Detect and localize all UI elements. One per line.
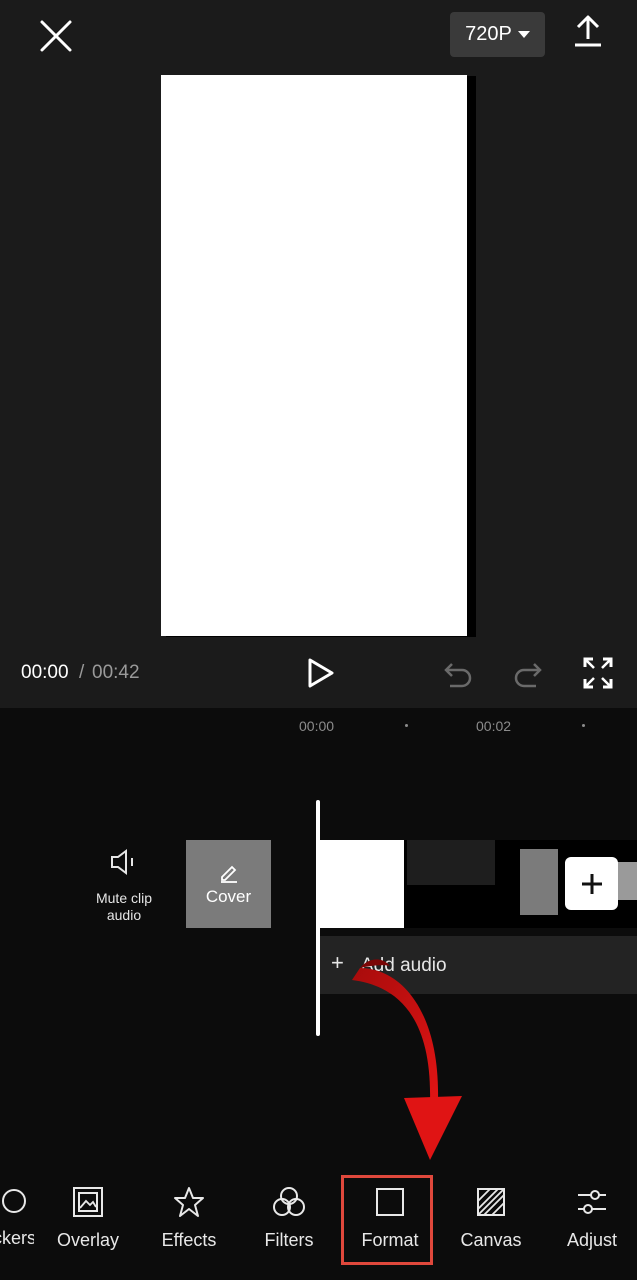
redo-icon bbox=[514, 663, 542, 688]
upload-icon bbox=[575, 15, 601, 47]
video-clip[interactable] bbox=[617, 862, 637, 900]
tool-label: Overlay bbox=[56, 1230, 119, 1250]
fullscreen-icon bbox=[583, 657, 613, 689]
plus-icon bbox=[581, 873, 602, 894]
overlay-icon bbox=[73, 1187, 103, 1217]
current-time: 00:00 bbox=[21, 662, 69, 683]
time-separator: / bbox=[79, 662, 85, 683]
tool-stickers[interactable]: Stickers bbox=[0, 1178, 34, 1270]
cover-label: Cover bbox=[205, 887, 252, 906]
add-clip-button[interactable] bbox=[565, 857, 618, 910]
tool-label: Filters bbox=[264, 1230, 314, 1250]
playhead[interactable] bbox=[316, 800, 320, 1036]
resolution-dropdown[interactable]: 720P bbox=[450, 12, 545, 57]
adjust-sliders-icon bbox=[578, 1190, 606, 1214]
tool-label: Effects bbox=[161, 1230, 217, 1250]
undo-icon bbox=[444, 663, 472, 688]
undo-button[interactable] bbox=[442, 658, 474, 690]
resolution-label: 720P bbox=[465, 23, 512, 45]
tool-label: Adjust bbox=[566, 1230, 618, 1250]
tool-filters[interactable]: Filters bbox=[249, 1178, 329, 1270]
canvas-hatch-icon bbox=[477, 1188, 505, 1216]
video-canvas[interactable] bbox=[161, 75, 467, 636]
video-clip[interactable] bbox=[407, 840, 495, 885]
close-button[interactable] bbox=[36, 16, 76, 56]
mute-clip-audio-label: Mute clip audio bbox=[95, 890, 153, 923]
redo-button[interactable] bbox=[512, 658, 544, 690]
pencil-icon bbox=[220, 865, 237, 883]
cover-button[interactable]: Cover bbox=[186, 840, 271, 928]
filters-icon bbox=[273, 1187, 305, 1216]
tick-dot bbox=[582, 724, 585, 727]
video-clip[interactable] bbox=[320, 840, 404, 928]
effects-star-icon bbox=[174, 1187, 204, 1217]
fullscreen-button[interactable] bbox=[582, 656, 614, 690]
total-time: 00:42 bbox=[92, 662, 140, 683]
tool-overlay[interactable]: Overlay bbox=[48, 1178, 128, 1270]
tick-label: 00:00 bbox=[299, 718, 335, 734]
sticker-icon bbox=[2, 1189, 26, 1213]
tool-canvas[interactable]: Canvas bbox=[451, 1178, 531, 1270]
annotation-arrow-icon bbox=[352, 959, 462, 1160]
play-icon bbox=[308, 658, 334, 688]
play-button[interactable] bbox=[303, 656, 337, 690]
tick-dot bbox=[405, 724, 408, 727]
tool-label: Canvas bbox=[460, 1230, 522, 1250]
close-icon bbox=[40, 20, 72, 52]
caret-down-icon bbox=[517, 30, 530, 38]
tool-label: Stickers bbox=[0, 1228, 34, 1248]
export-button[interactable] bbox=[570, 14, 606, 50]
video-clip[interactable] bbox=[520, 849, 558, 915]
tool-adjust[interactable]: Adjust bbox=[552, 1178, 632, 1270]
speaker-icon bbox=[111, 849, 133, 875]
tool-effects[interactable]: Effects bbox=[149, 1178, 229, 1270]
tick-label: 00:02 bbox=[476, 718, 512, 734]
mute-clip-audio-button[interactable]: Mute clip audio bbox=[84, 848, 164, 928]
